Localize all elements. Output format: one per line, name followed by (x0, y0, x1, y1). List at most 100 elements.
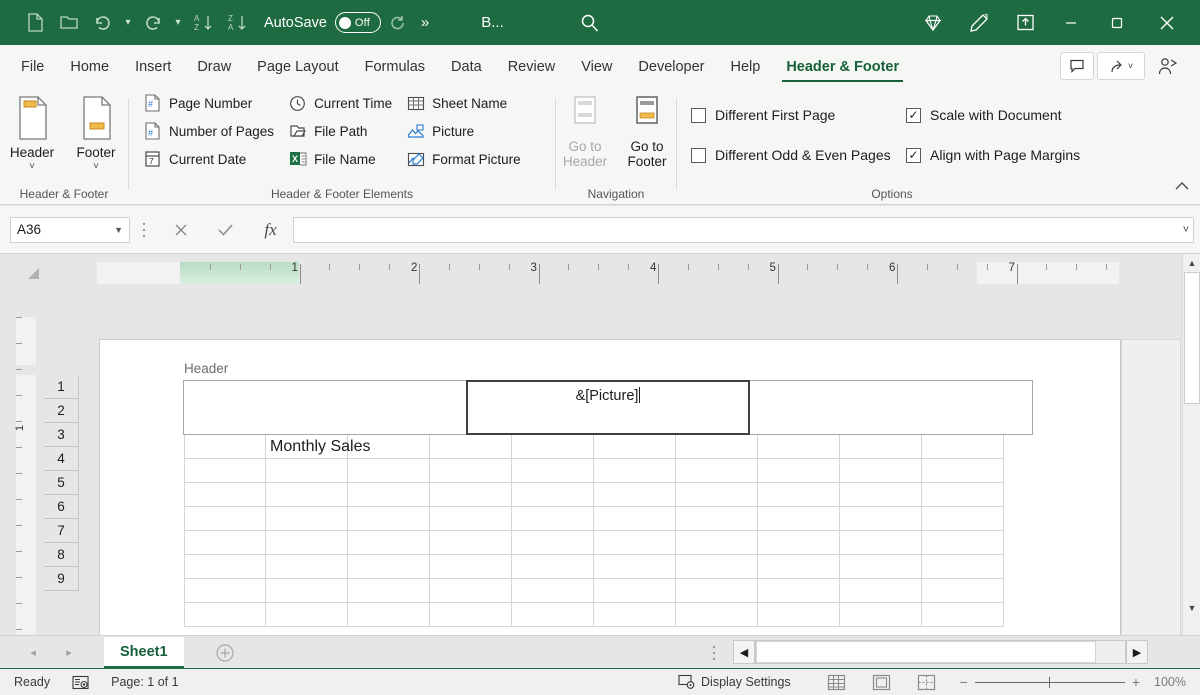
prev-sheet-button[interactable]: ◂ (22, 642, 44, 662)
cell-D8[interactable] (430, 603, 512, 627)
header-box-right[interactable] (749, 380, 1033, 435)
pen-draw-icon[interactable] (956, 0, 1002, 45)
checkbox-box[interactable]: ✓ (906, 108, 921, 123)
zoom-out-button[interactable]: − (960, 674, 968, 690)
cell-C5[interactable] (348, 531, 430, 555)
cell-D1[interactable] (430, 435, 512, 459)
tab-help[interactable]: Help (718, 50, 774, 83)
cell-J8[interactable] (922, 603, 1004, 627)
cancel-x-icon[interactable] (158, 215, 203, 245)
cell-G6[interactable] (676, 555, 758, 579)
split-handle[interactable] (712, 644, 716, 662)
cell-A1[interactable] (184, 435, 266, 459)
scroll-right-button[interactable]: ▶ (1126, 640, 1148, 664)
cell-A8[interactable] (184, 603, 266, 627)
file-name-button[interactable]: X File Name (288, 145, 406, 173)
cell-I6[interactable] (840, 555, 922, 579)
tab-home[interactable]: Home (57, 50, 122, 83)
header-button-caret[interactable]: ˅ (29, 161, 35, 172)
goto-header-button[interactable]: Go to Header (557, 91, 613, 169)
cell-F7[interactable] (594, 579, 676, 603)
record-macro-icon[interactable] (72, 675, 89, 690)
cell-I5[interactable] (840, 531, 922, 555)
cell-D4[interactable] (430, 507, 512, 531)
cell-I2[interactable] (840, 459, 922, 483)
cell-H5[interactable] (758, 531, 840, 555)
cell-E1[interactable] (512, 435, 594, 459)
maximize-button[interactable] (1094, 0, 1140, 45)
checkbox-scale-with-document[interactable]: ✓ Scale with Document (906, 95, 1080, 135)
new-file-icon[interactable] (18, 7, 52, 39)
cell-G7[interactable] (676, 579, 758, 603)
cell-D2[interactable] (430, 459, 512, 483)
cell-H8[interactable] (758, 603, 840, 627)
current-time-button[interactable]: Current Time (288, 89, 406, 117)
checkbox-different-first-page[interactable]: Different First Page (691, 95, 906, 135)
checkbox-different-odd-even[interactable]: Different Odd & Even Pages (691, 135, 906, 175)
horizontal-scroll-thumb[interactable] (756, 641, 1096, 663)
cell-H2[interactable] (758, 459, 840, 483)
open-folder-icon[interactable] (52, 7, 86, 39)
cell-I4[interactable] (840, 507, 922, 531)
checkbox-box[interactable] (691, 108, 706, 123)
normal-view-icon[interactable] (827, 674, 846, 691)
name-box[interactable]: A36 ▼ (10, 217, 130, 243)
cell-F2[interactable] (594, 459, 676, 483)
cell-E8[interactable] (512, 603, 594, 627)
cell-C3[interactable] (348, 483, 430, 507)
scroll-left-button[interactable]: ◀ (733, 640, 755, 664)
vertical-ruler[interactable]: 1 (10, 317, 36, 635)
cell-J4[interactable] (922, 507, 1004, 531)
horizontal-scrollbar[interactable]: ◀ ▶ (733, 640, 1148, 664)
redo-icon[interactable] (136, 7, 170, 39)
tab-insert[interactable]: Insert (122, 50, 184, 83)
cell-A2[interactable] (184, 459, 266, 483)
cell-A3[interactable] (184, 483, 266, 507)
cell-G2[interactable] (676, 459, 758, 483)
cell-I3[interactable] (840, 483, 922, 507)
close-button[interactable] (1140, 0, 1194, 45)
zoom-slider[interactable]: − + (960, 674, 1140, 690)
ribbon-display-options-icon[interactable] (1002, 0, 1048, 45)
tab-draw[interactable]: Draw (184, 50, 244, 83)
sort-za-icon[interactable]: ZA (220, 7, 254, 39)
formula-bar-handle[interactable] (130, 221, 158, 239)
cell-A5[interactable] (184, 531, 266, 555)
page-number-button[interactable]: # Page Number (143, 89, 288, 117)
file-path-button[interactable]: File Path (288, 117, 406, 145)
cell-C4[interactable] (348, 507, 430, 531)
tab-view[interactable]: View (568, 50, 625, 83)
tab-header-and-footer[interactable]: Header & Footer (773, 50, 912, 83)
row-header-3[interactable]: 3 (44, 423, 79, 447)
row-header-8[interactable]: 8 (44, 543, 79, 567)
autosave-toggle[interactable]: Off (335, 12, 381, 33)
checkbox-box[interactable]: ✓ (906, 148, 921, 163)
cell-B6[interactable] (266, 555, 348, 579)
scroll-down-button[interactable]: ▼ (1183, 599, 1200, 617)
header-box-left[interactable] (183, 380, 467, 435)
tab-file[interactable]: File (8, 50, 57, 83)
horizontal-ruler[interactable]: 1234567 (97, 262, 1119, 292)
tab-data[interactable]: Data (438, 50, 495, 83)
comment-icon[interactable] (1060, 52, 1094, 80)
row-header-2[interactable]: 2 (44, 399, 79, 423)
cell-H3[interactable] (758, 483, 840, 507)
vertical-scroll-thumb[interactable] (1184, 272, 1200, 404)
cell-B8[interactable] (266, 603, 348, 627)
header-button[interactable]: Header ˅ (4, 91, 60, 172)
row-header-9[interactable]: 9 (44, 567, 79, 591)
cell-E5[interactable] (512, 531, 594, 555)
tab-review[interactable]: Review (495, 50, 569, 83)
cell-C8[interactable] (348, 603, 430, 627)
cell-B7[interactable] (266, 579, 348, 603)
formula-expand-caret[interactable]: ˅ (1172, 224, 1200, 236)
cell-E3[interactable] (512, 483, 594, 507)
minimize-button[interactable] (1048, 0, 1094, 45)
undo-dropdown-caret[interactable]: ▾ (120, 7, 136, 39)
cell-J7[interactable] (922, 579, 1004, 603)
row-header-6[interactable]: 6 (44, 495, 79, 519)
cell-D5[interactable] (430, 531, 512, 555)
cell-C1[interactable] (348, 435, 430, 459)
cell-C7[interactable] (348, 579, 430, 603)
cell-H6[interactable] (758, 555, 840, 579)
